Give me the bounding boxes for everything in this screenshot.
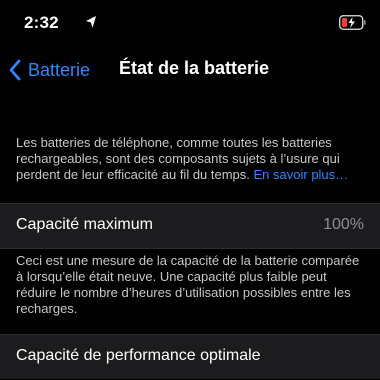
max-capacity-label: Capacité maximum <box>16 216 153 233</box>
page-title: État de la batterie <box>119 58 270 78</box>
performance-capability-label: Capacité de performance optimale <box>16 347 261 364</box>
performance-capability-row: Capacité de performance optimale <box>0 335 380 379</box>
learn-more-link[interactable]: En savoir plus… <box>254 167 349 182</box>
location-arrow-icon <box>86 16 96 28</box>
max-capacity-description: Ceci est une mesure de la capacité de la… <box>16 253 360 316</box>
back-button-label: Batterie <box>28 59 91 80</box>
chevron-left-icon <box>9 59 21 81</box>
status-bar: 2:32 <box>0 0 380 48</box>
max-capacity-row: Capacité maximum 100% <box>0 204 380 248</box>
navigation-bar: Batterie État de la batterie <box>0 48 380 92</box>
back-button[interactable]: Batterie <box>8 56 90 84</box>
status-time: 2:32 <box>24 13 59 32</box>
divider <box>0 248 380 249</box>
battery-charging-icon <box>339 15 366 30</box>
max-capacity-value: 100% <box>323 216 364 233</box>
intro-description: Les batteries de téléphone, comme toutes… <box>16 135 366 183</box>
